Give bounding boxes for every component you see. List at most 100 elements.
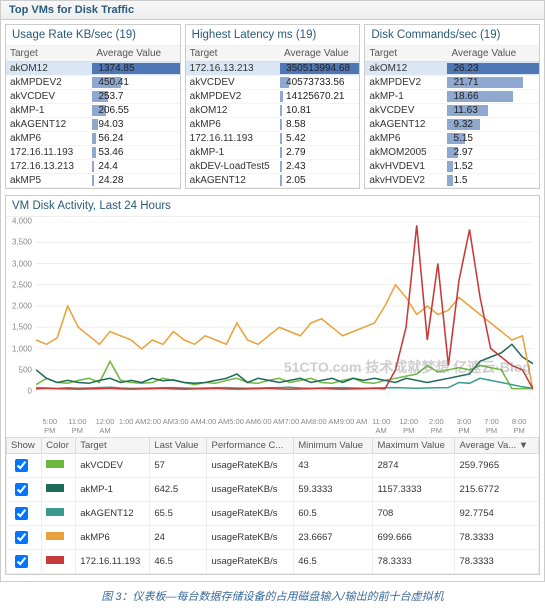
- target-cell: 172.16.11.193: [6, 146, 92, 160]
- table-row[interactable]: akMP-118.66: [365, 90, 539, 104]
- target-cell: akAGENT12: [6, 118, 92, 132]
- legend-avg: 259.7965: [455, 454, 539, 478]
- y-tick: 2,500: [12, 280, 32, 289]
- col-header[interactable]: Target: [365, 46, 447, 62]
- table-row[interactable]: akVCDEV40573733.56: [186, 76, 360, 90]
- x-tick: 12:00 AM: [91, 417, 119, 435]
- table-row[interactable]: akvHVDEV21.5: [365, 174, 539, 188]
- legend-col[interactable]: Maximum Value: [373, 438, 455, 454]
- legend-table: ShowColorTargetLast ValuePerformance C..…: [6, 437, 539, 574]
- target-cell: akMP-1: [365, 90, 447, 104]
- x-tick: 7:00 PM: [478, 417, 506, 435]
- legend-col[interactable]: Target: [76, 438, 150, 454]
- value-cell: 26.23: [447, 62, 539, 76]
- legend-row[interactable]: akMP624usageRateKB/s23.6667699.66678.333…: [7, 526, 539, 550]
- y-tick: 1,500: [12, 323, 32, 332]
- table-row[interactable]: akAGENT129.32: [365, 118, 539, 132]
- x-tick: 5:00 PM: [36, 417, 64, 435]
- x-tick: 6:00 AM: [257, 417, 285, 435]
- col-header[interactable]: Target: [186, 46, 280, 62]
- show-checkbox[interactable]: [15, 507, 28, 520]
- table-row[interactable]: akOM1210.81: [186, 104, 360, 118]
- table-row[interactable]: akDEV-LoadTest52.43: [186, 160, 360, 174]
- legend-col[interactable]: Last Value: [150, 438, 207, 454]
- table-row[interactable]: akMP656.24: [6, 132, 180, 146]
- table-row[interactable]: 172.16.11.1935.42: [186, 132, 360, 146]
- legend-target: 172.16.11.193: [76, 550, 150, 574]
- show-checkbox[interactable]: [15, 459, 28, 472]
- show-checkbox[interactable]: [15, 531, 28, 544]
- legend-col[interactable]: Performance C...: [207, 438, 294, 454]
- target-cell: akVCDEV: [365, 104, 447, 118]
- table-row[interactable]: akMP-12.79: [186, 146, 360, 160]
- table-row[interactable]: akMOM20052.97: [365, 146, 539, 160]
- legend-min: 23.6667: [294, 526, 373, 550]
- legend-col[interactable]: Minimum Value: [294, 438, 373, 454]
- table-row[interactable]: akVCDEV253.7: [6, 90, 180, 104]
- legend-min: 46.5: [294, 550, 373, 574]
- table-row[interactable]: akMPDEV2450.41: [6, 76, 180, 90]
- table-row[interactable]: akvHVDEV11.52: [365, 160, 539, 174]
- col-header[interactable]: Average Value: [92, 46, 179, 62]
- table-row[interactable]: akMP65.15: [365, 132, 539, 146]
- x-tick: 3:00 AM: [174, 417, 202, 435]
- legend-col[interactable]: Color: [42, 438, 76, 454]
- x-tick: 2:00 AM: [146, 417, 174, 435]
- legend-row[interactable]: akVCDEV57usageRateKB/s432874259.7965: [7, 454, 539, 478]
- show-checkbox[interactable]: [15, 483, 28, 496]
- table-row[interactable]: akMPDEV221.71: [365, 76, 539, 90]
- table-row[interactable]: akMP68.58: [186, 118, 360, 132]
- legend-perf: usageRateKB/s: [207, 526, 294, 550]
- show-checkbox[interactable]: [15, 555, 28, 568]
- table-row[interactable]: akMP-1206.55: [6, 104, 180, 118]
- table-row[interactable]: 172.16.11.19353.46: [6, 146, 180, 160]
- target-cell: akMP-1: [186, 146, 280, 160]
- value-cell: 40573733.56: [280, 76, 359, 90]
- value-cell: 1.5: [447, 174, 539, 188]
- value-cell: 8.58: [280, 118, 359, 132]
- legend-last: 642.5: [150, 478, 207, 502]
- legend-row[interactable]: akMP-1642.5usageRateKB/s59.33331157.3333…: [7, 478, 539, 502]
- legend-col[interactable]: Show: [7, 438, 42, 454]
- watermark-text: 51CTO.com 技术成就梦想 亿速云·Blog: [284, 357, 531, 377]
- target-cell: akAGENT12: [365, 118, 447, 132]
- table-row[interactable]: 172.16.13.21324.4: [6, 160, 180, 174]
- table-row[interactable]: akVCDEV11.63: [365, 104, 539, 118]
- top-panels-row: Usage Rate KB/sec (19)TargetAverage Valu…: [1, 20, 544, 193]
- color-swatch: [46, 460, 64, 468]
- col-header[interactable]: Target: [6, 46, 92, 62]
- legend-last: 24: [150, 526, 207, 550]
- table-row[interactable]: akAGENT122.05: [186, 174, 360, 188]
- value-cell: 2.05: [280, 174, 359, 188]
- table-row[interactable]: 172.16.13.213350513994.68: [186, 62, 360, 76]
- target-cell: akOM12: [6, 62, 92, 76]
- table-row[interactable]: akMPDEV214125670.21: [186, 90, 360, 104]
- value-cell: 10.81: [280, 104, 359, 118]
- legend-last: 57: [150, 454, 207, 478]
- value-cell: 14125670.21: [280, 90, 359, 104]
- table-row[interactable]: akAGENT1294.03: [6, 118, 180, 132]
- table-row[interactable]: akOM1226.23: [365, 62, 539, 76]
- target-cell: akDEV-LoadTest5: [186, 160, 280, 174]
- value-cell: 9.32: [447, 118, 539, 132]
- col-header[interactable]: Average Value: [280, 46, 359, 62]
- table-row[interactable]: akOM121374.85: [6, 62, 180, 76]
- legend-max: 708: [373, 502, 455, 526]
- table-row[interactable]: akMP524.28: [6, 174, 180, 188]
- col-header[interactable]: Average Value: [447, 46, 539, 62]
- legend-col[interactable]: Average Va... ▼: [455, 438, 539, 454]
- target-cell: akMPDEV2: [6, 76, 92, 90]
- legend-perf: usageRateKB/s: [207, 478, 294, 502]
- legend-perf: usageRateKB/s: [207, 502, 294, 526]
- legend-avg: 215.6772: [455, 478, 539, 502]
- legend-row[interactable]: 172.16.11.19346.5usageRateKB/s46.578.333…: [7, 550, 539, 574]
- legend-row[interactable]: akAGENT1265.5usageRateKB/s60.570892.7754: [7, 502, 539, 526]
- target-cell: akMOM2005: [365, 146, 447, 160]
- value-cell: 2.43: [280, 160, 359, 174]
- target-cell: akvHVDEV1: [365, 160, 447, 174]
- panel-table: TargetAverage Value172.16.13.21335051399…: [186, 46, 360, 188]
- x-tick: 1:00 AM: [119, 417, 147, 435]
- y-tick: 500: [19, 365, 32, 374]
- legend-avg: 78.3333: [455, 526, 539, 550]
- chart-area[interactable]: 05001,0001,5002,0002,5003,0003,5004,000 …: [6, 217, 539, 417]
